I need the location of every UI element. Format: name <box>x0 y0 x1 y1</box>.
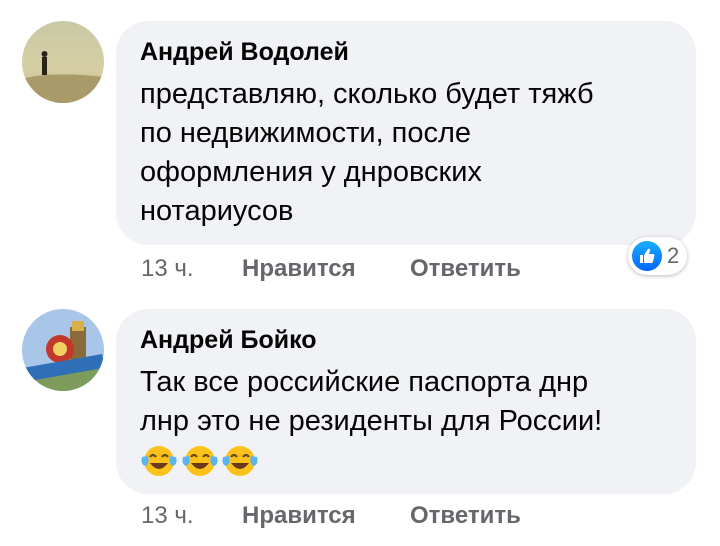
tears-of-joy-icon <box>141 446 177 476</box>
tears-of-joy-icon <box>222 446 258 476</box>
comment-text-line: по недвижимости, после <box>140 117 472 149</box>
tears-of-joy-icon <box>182 446 218 476</box>
avatar-image <box>22 309 104 391</box>
reply-button[interactable]: Ответить <box>410 255 521 283</box>
comment-author[interactable]: Андрей Водолей <box>140 38 349 67</box>
comment-timestamp[interactable]: 13 ч. <box>141 502 194 530</box>
comment-text-line: нотариусов <box>140 195 294 227</box>
thumbs-up-icon <box>632 241 662 271</box>
comment-text-line: представляю, сколько будет тяжб <box>140 78 594 110</box>
comment-author[interactable]: Андрей Бойко <box>140 326 317 355</box>
comment-text-line: лнр это не резиденты для России! <box>140 405 603 437</box>
avatar-andrey-vodoley[interactable] <box>22 21 104 103</box>
comment-text-line: Так все российские паспорта днр <box>140 366 589 398</box>
comment-text: Так все российские паспорта днр лнр это … <box>140 363 700 441</box>
comment-text: представляю, сколько будет тяжб по недви… <box>140 75 700 231</box>
like-button[interactable]: Нравится <box>242 255 356 283</box>
reaction-summary[interactable]: 2 <box>628 237 688 275</box>
comment-text-line: оформления у днровских <box>140 156 482 188</box>
reply-button[interactable]: Ответить <box>410 502 521 530</box>
avatar-image <box>22 21 104 103</box>
comment-timestamp[interactable]: 13 ч. <box>141 255 194 283</box>
reaction-count: 2 <box>667 243 680 268</box>
avatar-andrey-boyko[interactable] <box>22 309 104 391</box>
like-button[interactable]: Нравится <box>242 502 356 530</box>
